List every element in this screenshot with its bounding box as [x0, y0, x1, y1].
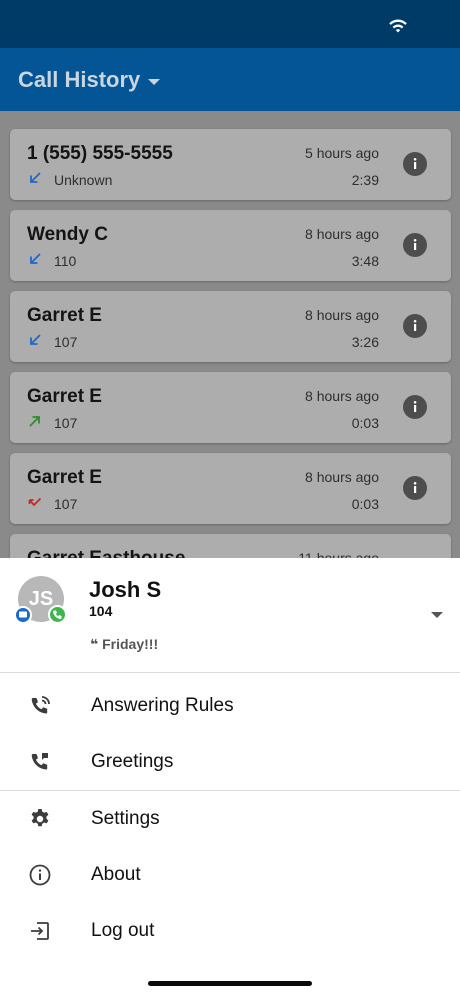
call-timestamp: 8 hours ago	[305, 307, 379, 323]
call-contact-name: 1 (555) 555-5555	[27, 143, 173, 164]
divider	[0, 672, 460, 673]
chat-status-icon	[14, 606, 32, 624]
call-timestamp: 8 hours ago	[305, 388, 379, 404]
call-row[interactable]: Garret E 8 hours ago 107 0:03	[10, 372, 451, 443]
call-row[interactable]: Garret E 8 hours ago 107 3:26	[10, 291, 451, 362]
info-icon	[29, 864, 51, 886]
app-bar: Call History	[0, 48, 460, 111]
phone-forward-icon	[31, 696, 50, 714]
phone-greeting-icon	[31, 753, 48, 770]
menu-label: Greetings	[91, 751, 174, 772]
wifi-icon	[389, 19, 407, 33]
user-extension: 104	[89, 603, 113, 619]
logout-icon	[31, 922, 49, 940]
chevron-down-icon[interactable]	[148, 78, 161, 85]
menu-label: About	[91, 864, 141, 885]
call-duration: 3:26	[351, 334, 379, 350]
gear-icon	[31, 809, 49, 827]
call-contact-name: Garret E	[27, 467, 102, 488]
call-duration: 3:48	[351, 253, 379, 269]
call-contact-name: Wendy C	[27, 224, 108, 245]
call-row[interactable]: Wendy C 8 hours ago 110 3:48	[10, 210, 451, 281]
call-extension: 107	[54, 496, 78, 512]
divider	[0, 790, 460, 791]
menu-label: Log out	[91, 920, 155, 941]
call-history-list[interactable]: 1 (555) 555-5555 5 hours ago Unknown 2:3…	[0, 111, 460, 558]
call-timestamp: 8 hours ago	[305, 226, 379, 242]
user-status-message[interactable]: ❝ Friday!!!	[90, 636, 158, 653]
home-indicator[interactable]	[148, 981, 312, 986]
user-name: Josh S	[89, 577, 162, 602]
page-title[interactable]: Call History	[18, 67, 140, 93]
call-row[interactable]: Garret Easthouse 11 hours ago	[10, 534, 451, 558]
call-contact-name: Garret E	[27, 386, 102, 407]
incoming-call-icon	[30, 253, 41, 264]
call-contact-name: Garret Easthouse	[27, 548, 185, 558]
call-duration: 0:03	[351, 496, 379, 512]
call-extension: Unknown	[54, 172, 113, 188]
call-duration: 2:39	[351, 172, 379, 188]
phone-status-icon	[48, 605, 67, 624]
call-extension: 110	[54, 253, 77, 269]
account-drawer: JS Josh S 104 ❝ Friday!!! Answering Rule…	[0, 558, 460, 996]
call-timestamp: 11 hours ago	[298, 550, 379, 558]
menu-label: Settings	[91, 808, 160, 829]
call-row[interactable]: 1 (555) 555-5555 5 hours ago Unknown 2:3…	[10, 129, 451, 200]
menu-item-logout[interactable]: Log out	[0, 904, 460, 958]
info-icon[interactable]	[403, 152, 427, 176]
info-icon[interactable]	[403, 233, 427, 257]
missed-call-icon	[28, 497, 42, 507]
menu-item-answering-rules[interactable]: Answering Rules	[0, 679, 460, 733]
call-duration: 0:03	[351, 415, 379, 431]
outgoing-call-icon	[29, 416, 40, 427]
call-extension: 107	[54, 334, 78, 350]
incoming-call-icon	[30, 334, 41, 345]
menu-item-settings[interactable]: Settings	[0, 792, 460, 846]
menu-item-greetings[interactable]: Greetings	[0, 735, 460, 789]
call-extension: 107	[54, 415, 78, 431]
info-icon[interactable]	[403, 395, 427, 419]
info-icon[interactable]	[403, 314, 427, 338]
menu-item-about[interactable]: About	[0, 848, 460, 902]
info-icon[interactable]	[403, 476, 427, 500]
menu-label: Answering Rules	[91, 695, 234, 716]
call-contact-name: Garret E	[27, 305, 102, 326]
status-bar	[0, 0, 460, 48]
incoming-call-icon	[30, 172, 41, 183]
chevron-down-icon[interactable]	[431, 612, 443, 618]
call-row[interactable]: Garret E 8 hours ago 107 0:03	[10, 453, 451, 524]
call-timestamp: 5 hours ago	[305, 145, 379, 161]
call-timestamp: 8 hours ago	[305, 469, 379, 485]
